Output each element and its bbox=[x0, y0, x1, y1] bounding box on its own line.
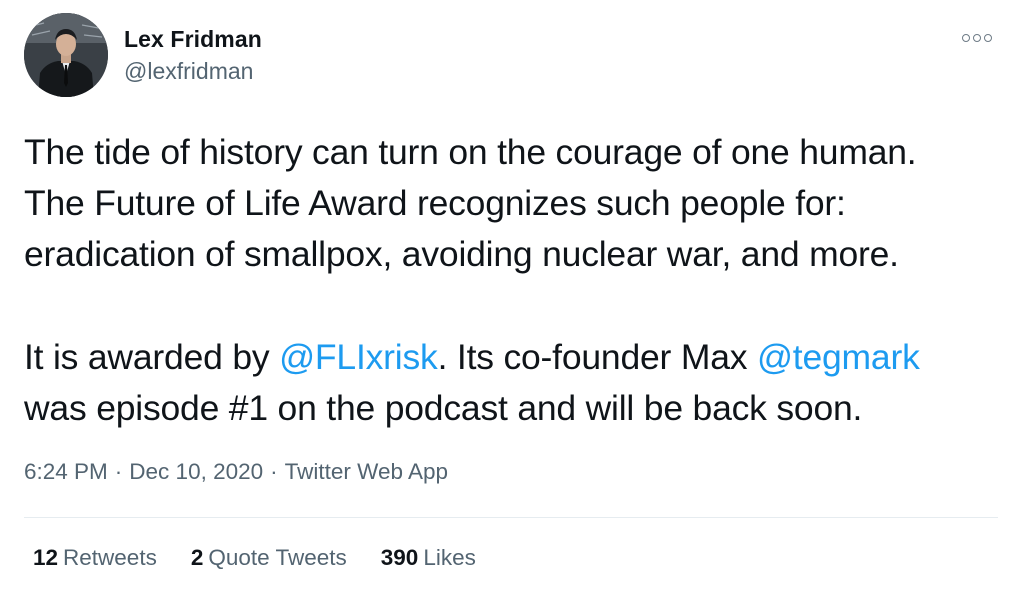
tweet-line: It is awarded by @FLIxrisk. Its co-found… bbox=[24, 332, 1009, 383]
more-dots-icon[interactable] bbox=[962, 30, 1002, 46]
dot bbox=[973, 34, 981, 42]
separator: · bbox=[270, 459, 278, 484]
likes-stat[interactable]: 390 Likes bbox=[381, 545, 476, 571]
engagement-stats: 12 Retweets 2 Quote Tweets 390 Likes bbox=[33, 545, 510, 571]
divider bbox=[24, 517, 998, 518]
tweet-line: eradication of smallpox, avoiding nuclea… bbox=[24, 234, 899, 274]
tweet-line: The Future of Life Award recognizes such… bbox=[24, 183, 846, 223]
retweets-count: 12 bbox=[33, 545, 59, 570]
tweet-line: was episode #1 on the podcast and will b… bbox=[24, 388, 863, 428]
tweet-detail: Lex Fridman @lexfridman The tide of hist… bbox=[0, 0, 1024, 602]
tweet-text-fragment: . Its co-founder Max bbox=[437, 337, 757, 377]
tweet-time[interactable]: 6:24 PM bbox=[24, 459, 108, 484]
tweet-line: The tide of history can turn on the cour… bbox=[24, 132, 917, 172]
dot bbox=[984, 34, 992, 42]
quote-tweets-label: Quote Tweets bbox=[208, 545, 347, 570]
tweet-metadata: 6:24 PM · Dec 10, 2020 · Twitter Web App bbox=[24, 459, 448, 485]
quote-tweets-stat[interactable]: 2 Quote Tweets bbox=[191, 545, 347, 571]
dot bbox=[962, 34, 970, 42]
tweet-text-fragment: It is awarded by bbox=[24, 337, 280, 377]
tweet-date[interactable]: Dec 10, 2020 bbox=[129, 459, 263, 484]
mention-link-flixrisk[interactable]: @FLIxrisk bbox=[279, 337, 438, 377]
author-name[interactable]: Lex Fridman bbox=[124, 26, 262, 53]
avatar[interactable] bbox=[24, 13, 108, 97]
profile-photo-icon bbox=[24, 13, 108, 97]
likes-count: 390 bbox=[380, 545, 419, 570]
separator: · bbox=[114, 459, 123, 484]
retweets-label: Retweets bbox=[63, 545, 157, 570]
tweet-text: The tide of history can turn on the cour… bbox=[24, 127, 1009, 434]
quote-tweets-count: 2 bbox=[190, 545, 204, 570]
author-handle[interactable]: @lexfridman bbox=[124, 58, 253, 85]
retweets-stat[interactable]: 12 Retweets bbox=[33, 545, 157, 571]
mention-link-tegmark[interactable]: @tegmark bbox=[757, 337, 920, 377]
likes-label: Likes bbox=[423, 545, 476, 570]
tweet-source: Twitter Web App bbox=[284, 459, 449, 484]
